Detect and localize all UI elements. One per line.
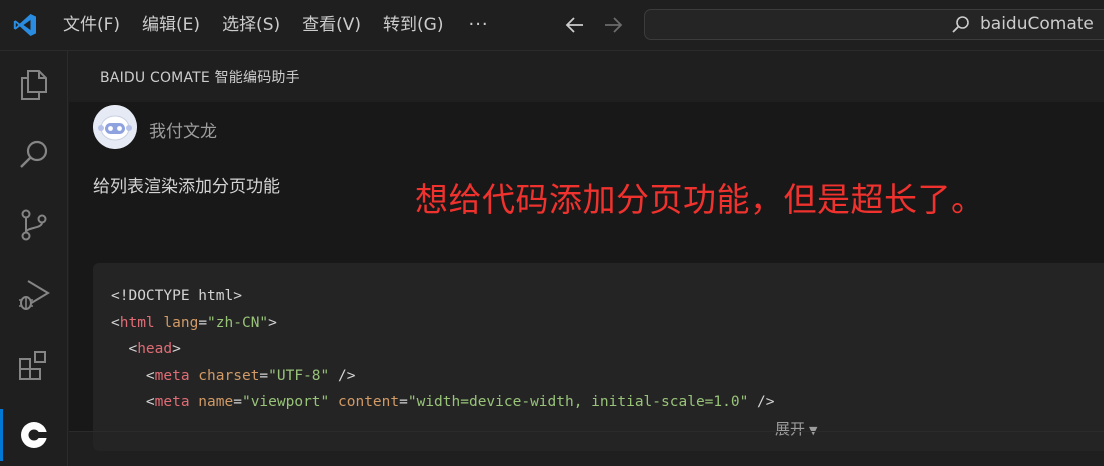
run-debug-icon <box>19 280 50 310</box>
code-token: < <box>111 314 120 331</box>
code-token: lang <box>154 314 199 331</box>
expand-label: 展开 <box>775 420 806 438</box>
code-content: <!DOCTYPE html> <html lang="zh-CN"> <head… <box>111 283 775 416</box>
code-token: "zh-CN" <box>207 314 269 331</box>
code-token: < <box>128 341 138 357</box>
chat-area: 我付文龙 给列表渲染添加分页功能 想给代码添加分页功能，但是超长了。 <!DOC… <box>69 102 1104 451</box>
activity-bar <box>0 51 68 466</box>
source-control-icon <box>21 209 47 241</box>
code-token: > <box>268 314 277 331</box>
code-token: "UTF-8" <box>268 367 330 384</box>
menu-view[interactable]: 查看(V) <box>291 8 372 42</box>
search-icon <box>20 140 48 168</box>
code-token: /> <box>329 367 356 384</box>
code-line: <head> <box>111 336 775 363</box>
code-token: < <box>145 394 155 410</box>
comate-logo-icon <box>21 422 48 448</box>
divider <box>69 431 1104 432</box>
panel-title: BAIDU COMATE 智能编码助手 <box>100 70 300 86</box>
code-line: <!DOCTYPE html> <box>111 283 775 310</box>
code-token: = <box>233 394 242 410</box>
explorer-button[interactable] <box>0 55 68 115</box>
command-center-search[interactable]: baiduComate <box>644 9 1104 40</box>
source-control-button[interactable] <box>0 195 68 255</box>
code-token: = <box>399 394 408 410</box>
annotation-text: 想给代码添加分页功能，但是超长了。 <box>415 180 985 219</box>
code-token: content <box>329 394 400 410</box>
title-bar: 文件(F) 编辑(E) 选择(S) 查看(V) 转到(G) ··· baiduC… <box>0 0 1104 51</box>
code-token: = <box>259 367 269 384</box>
code-token: html <box>119 314 155 331</box>
robot-avatar-icon <box>93 105 137 149</box>
code-token: meta <box>154 367 190 384</box>
code-line: <meta name="viewport" content="width=dev… <box>111 389 775 416</box>
comate-panel: BAIDU COMATE 智能编码助手 我付文龙 给列表渲染添加分页功能 想给代… <box>69 51 1104 466</box>
code-block: <!DOCTYPE html> <html lang="zh-CN"> <head… <box>93 263 1104 451</box>
expand-button[interactable]: 展开▼ <box>775 418 817 439</box>
search-icon <box>952 16 969 33</box>
menu-file[interactable]: 文件(F) <box>52 8 131 42</box>
code-token: /> <box>748 394 775 410</box>
avatar <box>93 105 137 149</box>
extensions-icon <box>19 351 46 380</box>
code-token: = <box>198 314 208 331</box>
code-token: > <box>172 341 181 357</box>
menu-more-button[interactable]: ··· <box>454 8 502 42</box>
code-token: head <box>137 341 173 357</box>
files-icon <box>21 70 47 100</box>
back-arrow-icon[interactable] <box>564 14 586 36</box>
code-token: meta <box>154 394 190 410</box>
code-line: <meta charset="UTF-8" /> <box>111 363 775 390</box>
user-prompt: 给列表渲染添加分页功能 <box>93 177 280 197</box>
command-center-text: baiduComate <box>980 14 1094 34</box>
menu-bar: 文件(F) 编辑(E) 选择(S) 查看(V) 转到(G) ··· <box>52 0 503 50</box>
run-debug-button[interactable] <box>0 265 68 325</box>
code-token: "width=device-width, initial-scale=1.0" <box>407 394 749 410</box>
extensions-button[interactable] <box>0 335 68 395</box>
menu-go[interactable]: 转到(G) <box>372 8 454 42</box>
user-name: 我付文龙 <box>149 122 217 142</box>
code-line: <html lang="zh-CN"> <box>111 310 775 337</box>
code-token: charset <box>189 367 260 384</box>
menu-selection[interactable]: 选择(S) <box>211 8 291 42</box>
forward-arrow-icon[interactable] <box>602 14 624 36</box>
comate-button[interactable] <box>0 405 68 465</box>
code-token: "viewport" <box>241 394 330 410</box>
menu-edit[interactable]: 编辑(E) <box>131 8 211 42</box>
vscode-logo-icon[interactable] <box>12 12 38 38</box>
code-token: < <box>145 367 155 384</box>
search-view-button[interactable] <box>0 125 68 185</box>
code-token: <!DOCTYPE html> <box>111 288 242 304</box>
code-token: name <box>189 394 234 410</box>
